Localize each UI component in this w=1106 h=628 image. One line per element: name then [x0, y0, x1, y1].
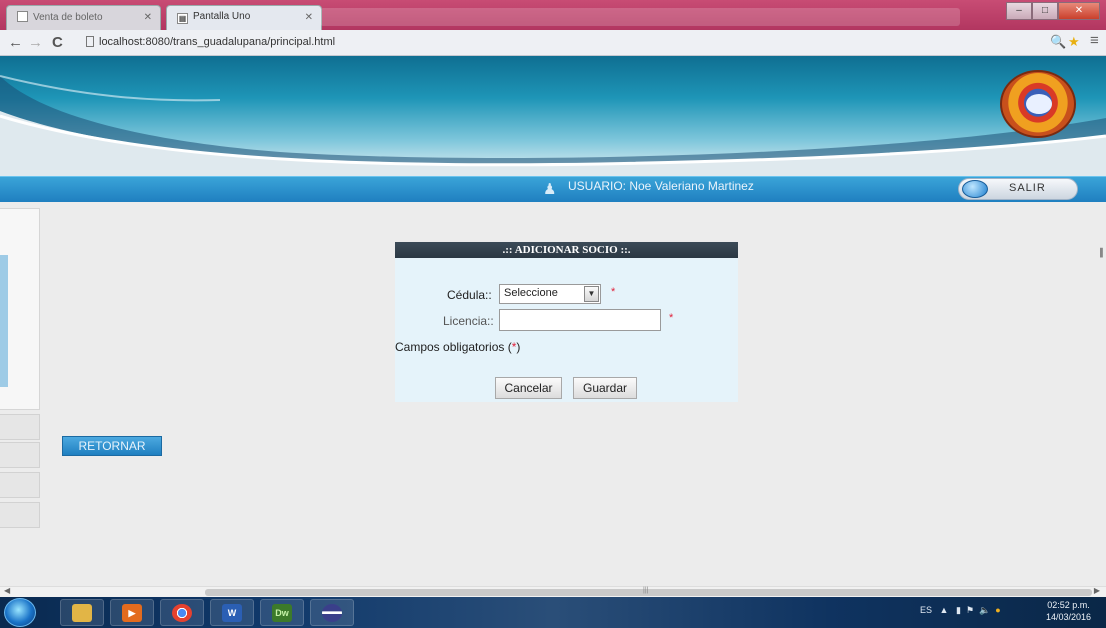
side-menu-item[interactable] — [0, 414, 40, 440]
chrome-icon — [172, 604, 192, 622]
back-button[interactable]: ← — [8, 34, 23, 52]
side-menu-accent — [0, 255, 8, 387]
required-asterisk: * — [611, 286, 616, 298]
media-player-icon: ▶ — [122, 604, 142, 622]
return-button[interactable]: RETORNAR — [62, 436, 162, 456]
browser-toolbar: ← → C localhost:8080/trans_guadalupana/p… — [0, 30, 1106, 56]
dreamweaver-icon: Dw — [272, 604, 292, 622]
page-icon — [86, 36, 94, 47]
tab-label: Venta de boleto — [33, 12, 103, 23]
volume-icon[interactable]: 🔈 — [979, 605, 990, 615]
close-icon[interactable]: ✕ — [144, 12, 152, 23]
page-icon — [17, 11, 28, 22]
reload-button[interactable]: C — [52, 34, 63, 52]
cedula-selected-value: Seleccione — [504, 287, 558, 299]
form-title: .:: ADICIONAR SOCIO ::. — [395, 242, 738, 258]
scroll-left-icon[interactable]: ◀ — [4, 586, 10, 595]
required-fields-note: Campos obligatorios (*) — [395, 340, 520, 354]
page-header-banner — [0, 56, 1106, 176]
logo-icon — [1000, 70, 1076, 138]
close-icon[interactable]: ✕ — [305, 12, 313, 23]
close-window-button[interactable]: ✕ — [1058, 2, 1100, 20]
add-member-form: .:: ADICIONAR SOCIO ::. Cédula:: Selecci… — [395, 242, 738, 402]
power-orb-icon — [962, 180, 988, 198]
address-text: localhost:8080/trans_guadalupana/princip… — [99, 36, 336, 48]
language-indicator[interactable]: ES — [920, 605, 932, 615]
side-menu-item[interactable] — [0, 502, 40, 528]
licencia-label: Licencia:: — [443, 314, 494, 328]
scrollbar-grip-icon: ||| — [643, 587, 649, 594]
minimize-button[interactable]: – — [1006, 2, 1032, 20]
forward-button[interactable]: → — [28, 34, 43, 52]
user-icon: ♟ — [543, 181, 557, 198]
system-tray: ES ▲ ▮ ⚑ 🔈 ● — [920, 605, 1001, 616]
show-hidden-icons-icon[interactable]: ▲ — [935, 605, 954, 615]
tab-venta-de-boleto[interactable]: Venta de boleto ✕ — [6, 5, 161, 30]
blurred-window-title — [320, 8, 960, 26]
taskbar-media-player[interactable]: ▶ — [110, 599, 154, 626]
required-note-suffix: ) — [516, 340, 521, 354]
flag-icon[interactable]: ⚑ — [963, 605, 976, 615]
device-icon[interactable]: ▮ — [956, 605, 961, 615]
image-icon: ▦ — [177, 13, 188, 24]
tab-label: Pantalla Uno — [193, 11, 251, 22]
cedula-select[interactable]: Seleccione ▼ — [499, 284, 601, 304]
taskbar-dreamweaver[interactable]: Dw — [260, 599, 304, 626]
main-content: .:: ADICIONAR SOCIO ::. Cédula:: Selecci… — [0, 202, 1106, 586]
required-note-prefix: Campos obligatorios ( — [395, 340, 512, 354]
network-icon[interactable]: ● — [993, 605, 1000, 615]
clock-time: 02:52 p.m. — [1047, 600, 1090, 610]
start-button[interactable] — [4, 598, 36, 627]
scrollbar-thumb[interactable] — [205, 589, 1092, 596]
logout-label: SALIR — [1009, 182, 1046, 194]
zoom-icon[interactable]: 🔍 — [1050, 34, 1066, 50]
user-bar: ♟ USUARIO: Noe Valeriano Martinez SALIR — [0, 176, 1106, 202]
folder-icon — [72, 604, 92, 622]
taskbar-eclipse[interactable] — [310, 599, 354, 626]
chevron-down-icon[interactable]: ▼ — [584, 286, 599, 302]
current-user-label: USUARIO: Noe Valeriano Martinez — [568, 179, 754, 193]
licencia-input[interactable] — [499, 309, 661, 331]
clock[interactable]: 02:52 p.m. 14/03/2016 — [1046, 599, 1091, 623]
vertical-scrollbar[interactable]: ▌ — [1100, 248, 1106, 257]
save-button[interactable]: Guardar — [573, 377, 637, 399]
taskbar-word[interactable]: W — [210, 599, 254, 626]
banner-swoosh — [0, 75, 1106, 176]
side-menu-item[interactable] — [0, 472, 40, 498]
star-icon[interactable]: ★ — [1068, 34, 1080, 50]
taskbar-chrome[interactable] — [160, 599, 204, 626]
cedula-label: Cédula:: — [447, 288, 492, 302]
windows-taskbar: ▶ W Dw ES ▲ ▮ ⚑ 🔈 ● 02:52 p.m. 14/03/201… — [0, 597, 1106, 628]
scroll-right-icon[interactable]: ▶ — [1094, 586, 1100, 595]
cancel-button[interactable]: Cancelar — [495, 377, 562, 399]
side-menu-panel — [0, 208, 40, 410]
horizontal-scrollbar[interactable]: ◀ ||| ▶ — [0, 586, 1106, 597]
window-controls: – □ ✕ — [1006, 2, 1100, 22]
clock-date: 14/03/2016 — [1046, 612, 1092, 622]
eclipse-icon — [322, 604, 342, 622]
browser-tabstrip: Venta de boleto ✕ ▦ Pantalla Uno ✕ – □ ✕ — [0, 0, 1106, 30]
address-bar[interactable]: localhost:8080/trans_guadalupana/princip… — [80, 34, 1040, 53]
maximize-button[interactable]: □ — [1032, 2, 1058, 20]
required-asterisk: * — [669, 312, 674, 324]
menu-icon[interactable]: ≡ — [1090, 32, 1099, 49]
tab-pantalla-uno[interactable]: ▦ Pantalla Uno ✕ — [166, 5, 322, 30]
taskbar-explorer[interactable] — [60, 599, 104, 626]
word-icon: W — [222, 604, 242, 622]
logout-button[interactable]: SALIR — [958, 178, 1078, 200]
side-menu-item[interactable] — [0, 442, 40, 468]
